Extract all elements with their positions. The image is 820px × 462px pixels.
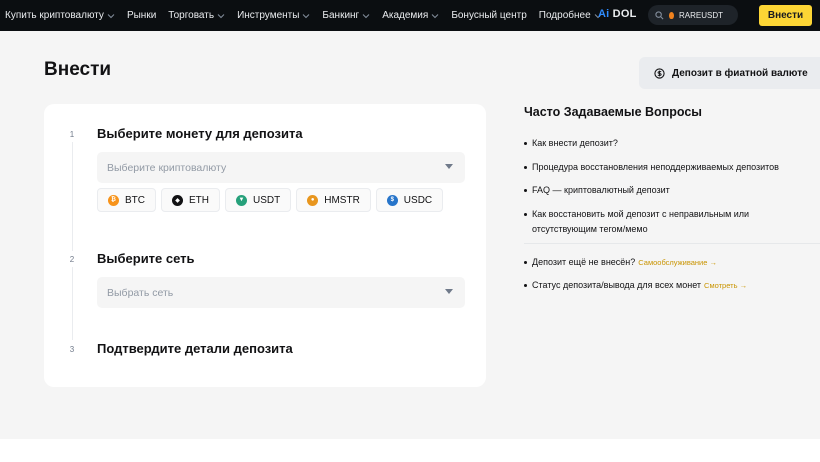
search-value: RAREUSDT bbox=[679, 10, 724, 20]
network-select-placeholder: Выбрать сеть bbox=[107, 286, 174, 299]
nav-more[interactable]: Подробнее bbox=[539, 10, 602, 21]
nav-trade[interactable]: Торговать bbox=[168, 10, 225, 21]
chevron-down-icon bbox=[217, 13, 225, 18]
steps-connector-line bbox=[72, 142, 73, 340]
popular-coins: ₿ BTC ◆ ETH ▼ USDT ● HMSTR $ USDC bbox=[97, 188, 448, 212]
view-status-link[interactable]: Смотреть → bbox=[704, 278, 747, 293]
nav-label: Инструменты bbox=[237, 10, 300, 21]
step-title-confirm-details: Подтвердите детали депозита bbox=[97, 341, 293, 356]
fiat-button-label: Депозит в фиатной валюте bbox=[672, 67, 808, 79]
step-title-select-network: Выберите сеть bbox=[97, 251, 195, 266]
chevron-down-icon bbox=[303, 13, 310, 18]
deposit-status: Статус депозита/вывода для всех монет Смо… bbox=[524, 278, 747, 293]
bullet bbox=[524, 142, 527, 145]
search-icon bbox=[655, 10, 664, 19]
nav-academy[interactable]: Академия bbox=[382, 10, 439, 21]
logo-prefix: Ai bbox=[598, 8, 610, 20]
step-number: 3 bbox=[64, 341, 80, 357]
faq-link-text: Процедура восстановления неподдерживаемы… bbox=[532, 162, 779, 172]
step-number: 1 bbox=[64, 126, 80, 142]
caret-down-icon bbox=[445, 164, 453, 169]
coin-chip-btc[interactable]: ₿ BTC bbox=[97, 188, 156, 212]
nav-buy-crypto[interactable]: Купить криптовалюту bbox=[5, 10, 115, 21]
nav-label: Банкинг bbox=[322, 10, 360, 21]
ethereum-icon: ◆ bbox=[172, 194, 183, 206]
faq-link-text: Как внести депозит? bbox=[532, 138, 618, 148]
nav-label: Купить криптовалюту bbox=[5, 10, 104, 21]
nav-tools[interactable]: Инструменты bbox=[237, 10, 310, 21]
coin-chip-usdc[interactable]: $ USDC bbox=[375, 188, 444, 212]
coin-chip-eth[interactable]: ◆ ETH bbox=[161, 188, 220, 212]
coin-chip-usdt[interactable]: ▼ USDT bbox=[225, 188, 292, 212]
nav-label: Рынки bbox=[126, 10, 157, 21]
bullet bbox=[524, 284, 527, 287]
faq-link-text: FAQ — криптовалютный депозит bbox=[532, 185, 670, 195]
coin-symbol: HMSTR bbox=[324, 194, 360, 206]
coin-symbol: USDT bbox=[253, 194, 281, 206]
faq-link[interactable]: Как восстановить мой депозит с неправиль… bbox=[524, 207, 792, 237]
aidol-logo[interactable]: Ai DOL bbox=[598, 8, 637, 20]
deposit-not-arrived: Депозит ещё не внесён? Самообслуживание → bbox=[524, 255, 717, 270]
faq-link[interactable]: FAQ — криптовалютный депозит bbox=[524, 183, 792, 198]
fiat-deposit-button[interactable]: Депозит в фиатной валюте bbox=[639, 57, 820, 89]
nav-label: Торговать bbox=[168, 10, 215, 21]
faq-link-text: Как восстановить мой депозит с неправиль… bbox=[532, 209, 750, 234]
step-title-select-coin: Выберите монету для депозита bbox=[97, 126, 303, 141]
bitcoin-icon: ₿ bbox=[108, 194, 119, 206]
nav-label: Академия bbox=[382, 10, 429, 21]
nav-bonus-center[interactable]: Бонусный центр bbox=[451, 10, 526, 21]
top-navigation-bar: Купить криптовалюту Рынки Торговать Инст… bbox=[0, 0, 820, 31]
chevron-down-icon bbox=[107, 13, 115, 18]
main-nav: Купить криптовалюту Рынки Торговать Инст… bbox=[0, 0, 614, 31]
coin-symbol: USDC bbox=[403, 194, 433, 206]
bullet bbox=[524, 189, 527, 192]
coin-select[interactable]: Выберите криптовалюту bbox=[97, 152, 465, 183]
bullet bbox=[524, 213, 527, 216]
coin-select-placeholder: Выберите криптовалюту bbox=[107, 161, 227, 174]
bullet bbox=[524, 166, 527, 169]
faq-link[interactable]: Как внести депозит? bbox=[524, 136, 792, 151]
caret-down-icon bbox=[445, 289, 453, 294]
coin-symbol: BTC bbox=[125, 194, 145, 206]
hamster-icon: ● bbox=[307, 194, 319, 206]
network-select[interactable]: Выбрать сеть bbox=[97, 277, 465, 308]
deposit-status-text: Статус депозита/вывода для всех монет bbox=[532, 280, 702, 290]
nav-banking[interactable]: Банкинг bbox=[322, 10, 370, 21]
bullet bbox=[524, 261, 527, 264]
divider bbox=[524, 243, 820, 244]
chevron-down-icon bbox=[431, 13, 439, 18]
tether-icon: ▼ bbox=[236, 194, 247, 206]
footer-strip bbox=[0, 439, 820, 462]
chevron-down-icon bbox=[362, 13, 370, 18]
deposit-button[interactable]: Внести bbox=[759, 5, 812, 26]
trending-flame-icon bbox=[669, 11, 674, 19]
step-number: 2 bbox=[64, 251, 80, 267]
logo-suffix: DOL bbox=[612, 8, 637, 20]
coin-chip-hmstr[interactable]: ● HMSTR bbox=[296, 188, 371, 212]
deposit-not-arrived-text: Депозит ещё не внесён? bbox=[532, 257, 636, 267]
nav-label: Подробнее bbox=[538, 10, 591, 21]
page-title: Внести bbox=[44, 59, 112, 80]
fiat-currency-icon bbox=[654, 67, 665, 79]
coin-symbol: ETH bbox=[189, 194, 209, 206]
faq-link[interactable]: Процедура восстановления неподдерживаемы… bbox=[524, 160, 792, 175]
search-input[interactable]: RAREUSDT bbox=[648, 5, 738, 25]
nav-label: Бонусный центр bbox=[451, 10, 527, 21]
faq-title: Часто Задаваемые Вопросы bbox=[524, 105, 702, 119]
self-service-link[interactable]: Самообслуживание → bbox=[638, 255, 717, 270]
usdc-icon: $ bbox=[386, 194, 398, 206]
nav-markets[interactable]: Рынки bbox=[127, 10, 156, 21]
